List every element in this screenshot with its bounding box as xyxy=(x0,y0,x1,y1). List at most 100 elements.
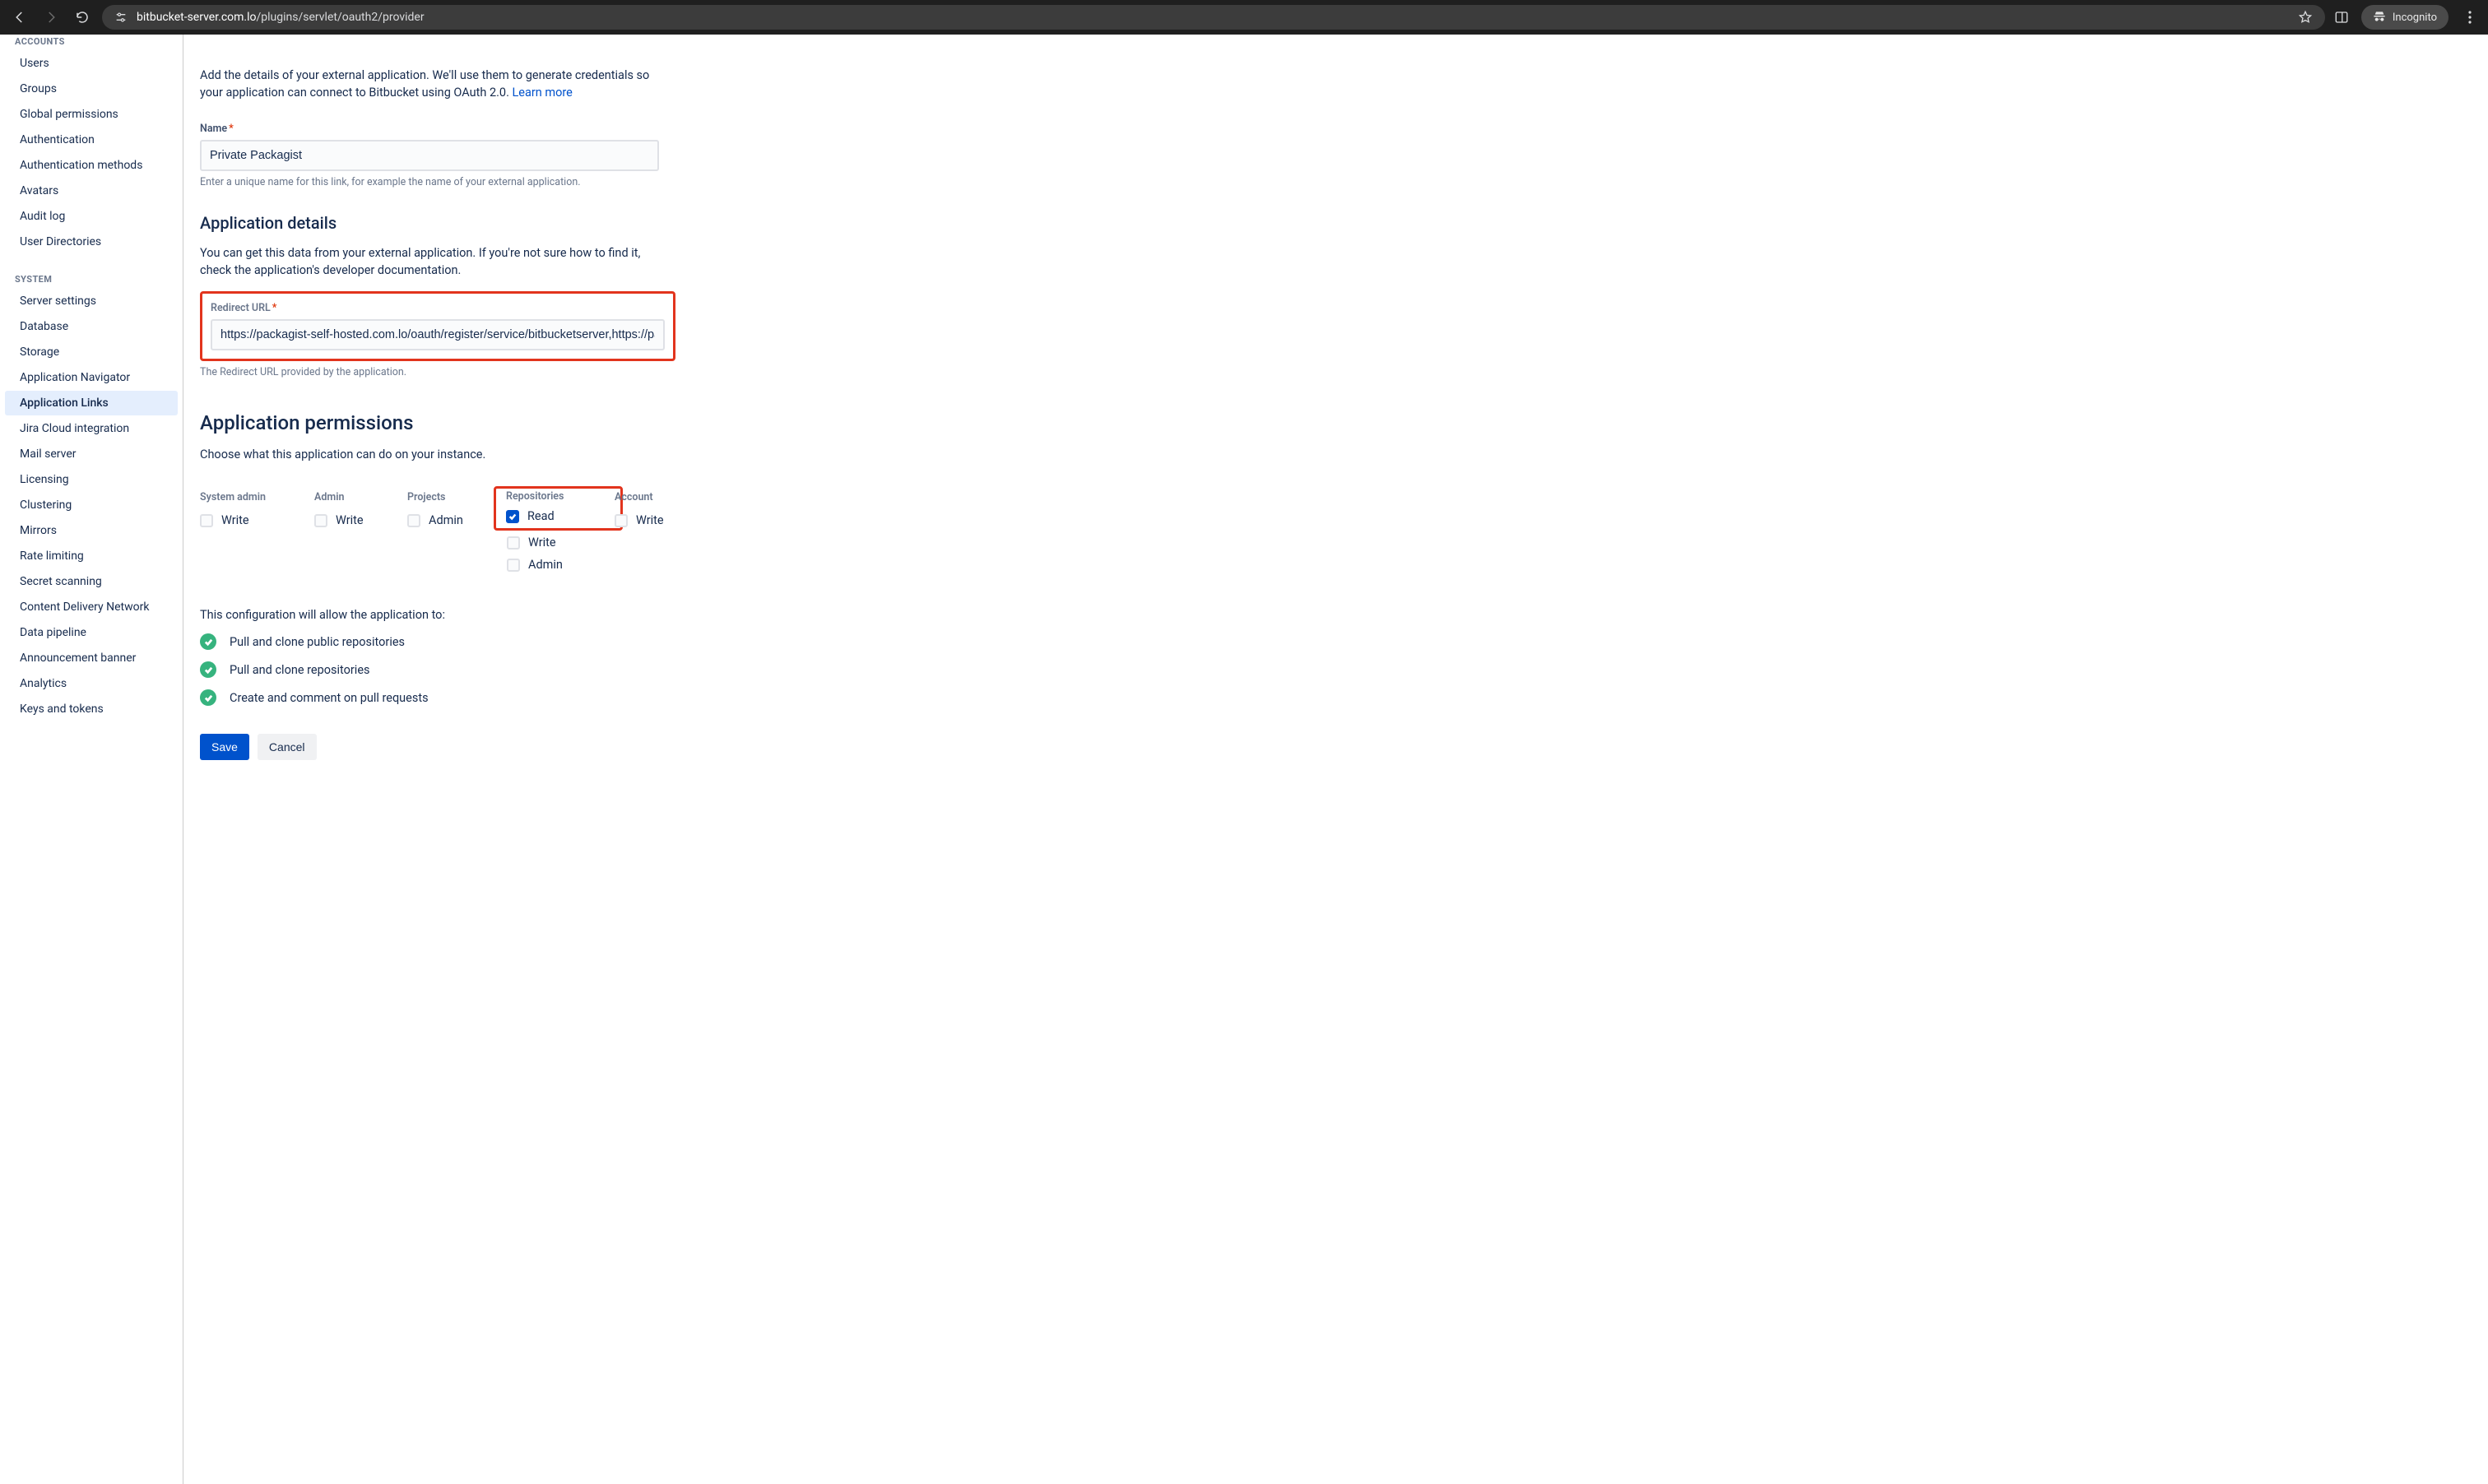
learn-more-link[interactable]: Learn more xyxy=(513,86,573,100)
sidebar-item-data-pipeline[interactable]: Data pipeline xyxy=(5,620,178,645)
redirect-url-input[interactable] xyxy=(211,319,665,350)
sidebar-item-authentication-methods[interactable]: Authentication methods xyxy=(5,153,178,178)
browser-menu-button[interactable] xyxy=(2460,11,2480,24)
perm-option-label: Write xyxy=(221,513,249,527)
sidebar-item-audit-log[interactable]: Audit log xyxy=(5,204,178,229)
intro-text: Add the details of your external applica… xyxy=(200,47,661,101)
perm-option-admin-write: Write xyxy=(314,513,407,527)
check-circle-icon xyxy=(200,633,216,650)
sidebar-heading-accounts: ACCOUNTS xyxy=(0,35,183,50)
incognito-label: Incognito xyxy=(2393,12,2437,24)
check-circle-icon xyxy=(200,689,216,706)
perm-option-label: Read xyxy=(527,509,555,523)
perm-option-label: Admin xyxy=(429,513,463,527)
sidebar-item-avatars[interactable]: Avatars xyxy=(5,179,178,203)
sidebar-item-content-delivery-network[interactable]: Content Delivery Network xyxy=(5,595,178,619)
redirect-url-highlight: Redirect URL* xyxy=(200,291,675,361)
sidebar-item-rate-limiting[interactable]: Rate limiting xyxy=(5,544,178,568)
perm-option-label: Write xyxy=(336,513,364,527)
perm-col-admin: Admin Write xyxy=(314,491,407,580)
name-help-text: Enter a unique name for this link, for e… xyxy=(200,176,858,188)
perm-option-label: Admin xyxy=(528,558,563,572)
perm-checkbox-repositories-read[interactable] xyxy=(506,510,519,523)
perm-checkbox-admin-write[interactable] xyxy=(314,514,327,527)
perm-checkbox-repositories-write[interactable] xyxy=(507,536,520,550)
perm-col-system-admin: System admin Write xyxy=(200,491,314,580)
permissions-summary-intro: This configuration will allow the applic… xyxy=(200,608,858,622)
sidebar-item-application-navigator[interactable]: Application Navigator xyxy=(5,365,178,390)
sidebar-item-user-directories[interactable]: User Directories xyxy=(5,230,178,254)
permissions-summary-text: Pull and clone public repositories xyxy=(230,635,405,649)
perm-option-label: Write xyxy=(636,513,664,527)
check-circle-icon xyxy=(200,661,216,678)
nav-forward-button[interactable] xyxy=(39,6,63,29)
sidebar-item-application-links[interactable]: Application Links xyxy=(5,391,178,415)
sidebar-item-mirrors[interactable]: Mirrors xyxy=(5,518,178,543)
cancel-button[interactable]: Cancel xyxy=(258,734,317,760)
sidebar-item-groups[interactable]: Groups xyxy=(5,77,178,101)
sidebar-item-licensing[interactable]: Licensing xyxy=(5,467,178,492)
sidebar-item-secret-scanning[interactable]: Secret scanning xyxy=(5,569,178,594)
sidebar-item-users[interactable]: Users xyxy=(5,51,178,76)
redirect-url-help-text: The Redirect URL provided by the applica… xyxy=(200,366,858,378)
sidebar-item-global-permissions[interactable]: Global permissions xyxy=(5,102,178,127)
perm-checkbox-account-write[interactable] xyxy=(615,514,628,527)
sidebar-item-database[interactable]: Database xyxy=(5,314,178,339)
sidebar-heading-system: SYSTEM xyxy=(0,267,183,288)
perm-col-repositories: Repositories Read Write Admin xyxy=(507,491,615,580)
permissions-summary-list: Pull and clone public repositories Pull a… xyxy=(200,633,858,706)
sidebar-item-server-settings[interactable]: Server settings xyxy=(5,289,178,313)
sidebar-item-authentication[interactable]: Authentication xyxy=(5,128,178,152)
sidebar-item-analytics[interactable]: Analytics xyxy=(5,671,178,696)
bookmark-star-icon[interactable] xyxy=(2297,9,2314,26)
perm-option-account-write: Write xyxy=(615,513,722,527)
incognito-indicator[interactable]: Incognito xyxy=(2361,5,2449,30)
address-url: bitbucket-server.com.lo/plugins/servlet/… xyxy=(137,11,425,24)
sidebar-item-keys-and-tokens[interactable]: Keys and tokens xyxy=(5,697,178,721)
name-label: Name* xyxy=(200,123,858,135)
address-bar[interactable]: bitbucket-server.com.lo/plugins/servlet/… xyxy=(102,5,2325,30)
application-details-description: You can get this data from your external… xyxy=(200,244,661,279)
perm-option-system-admin-write: Write xyxy=(200,513,314,527)
sidebar-item-jira-cloud-integration[interactable]: Jira Cloud integration xyxy=(5,416,178,441)
perm-col-projects: Projects Admin xyxy=(407,491,507,580)
perm-checkbox-system-admin-write[interactable] xyxy=(200,514,213,527)
perm-option-label: Write xyxy=(528,536,556,550)
permissions-summary-item: Pull and clone repositories xyxy=(200,661,858,678)
perm-option-projects-admin: Admin xyxy=(407,513,507,527)
sidebar-item-announcement-banner[interactable]: Announcement banner xyxy=(5,646,178,670)
application-permissions-description: Choose what this application can do on y… xyxy=(200,446,661,463)
main-content: Add the details of your external applica… xyxy=(183,35,2488,1484)
sidebar-item-clustering[interactable]: Clustering xyxy=(5,493,178,517)
perm-checkbox-projects-admin[interactable] xyxy=(407,514,420,527)
redirect-url-label: Redirect URL* xyxy=(211,302,665,314)
perm-col-account: Account Write xyxy=(615,491,722,580)
sidebar-item-mail-server[interactable]: Mail server xyxy=(5,442,178,466)
perm-header-account: Account xyxy=(615,491,722,503)
permissions-summary-item: Create and comment on pull requests xyxy=(200,689,858,706)
sidebar-item-storage[interactable]: Storage xyxy=(5,340,178,364)
repositories-read-highlight: Repositories Read xyxy=(494,486,623,531)
admin-sidebar: ACCOUNTS UsersGroupsGlobal permissionsAu… xyxy=(0,35,183,1484)
perm-header-repositories: Repositories xyxy=(506,490,612,503)
browser-toolbar: bitbucket-server.com.lo/plugins/servlet/… xyxy=(0,0,2488,35)
permissions-summary-text: Pull and clone repositories xyxy=(230,663,370,677)
incognito-icon xyxy=(2373,9,2386,26)
perm-option-repositories-write: Write xyxy=(507,536,615,550)
perm-checkbox-repositories-admin[interactable] xyxy=(507,559,520,572)
nav-back-button[interactable] xyxy=(8,6,31,29)
application-permissions-heading: Application permissions xyxy=(200,411,858,434)
permissions-grid: System admin Write Admin Write Projects … xyxy=(200,491,858,580)
name-input[interactable] xyxy=(200,140,659,171)
permissions-summary-item: Pull and clone public repositories xyxy=(200,633,858,650)
perm-option-repositories-admin: Admin xyxy=(507,558,615,572)
panel-icon[interactable] xyxy=(2333,9,2350,26)
perm-header-projects: Projects xyxy=(407,491,507,503)
site-controls-icon[interactable] xyxy=(114,10,128,25)
permissions-summary-text: Create and comment on pull requests xyxy=(230,691,429,705)
nav-reload-button[interactable] xyxy=(71,6,94,29)
perm-header-admin: Admin xyxy=(314,491,407,503)
perm-header-system-admin: System admin xyxy=(200,491,314,503)
application-details-heading: Application details xyxy=(200,213,858,233)
save-button[interactable]: Save xyxy=(200,734,249,760)
